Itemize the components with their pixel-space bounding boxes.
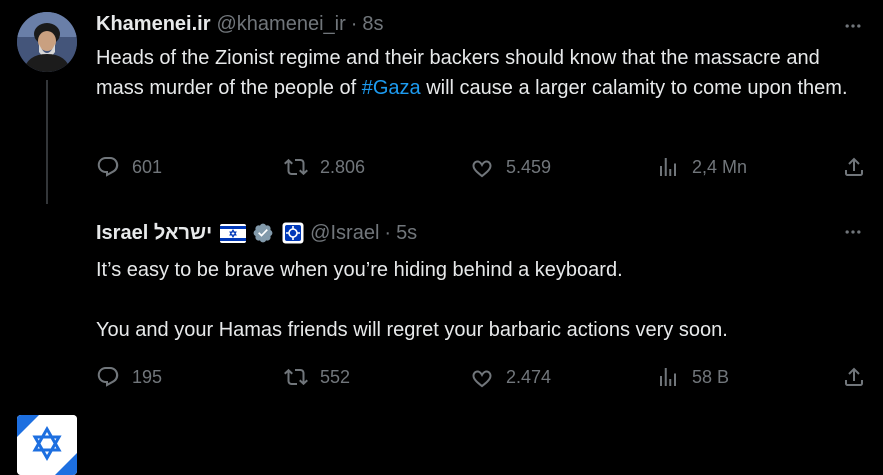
reply-icon	[97, 157, 119, 177]
tweet-header: Khamenei.ir @khamenei_ir · 8s	[96, 10, 823, 38]
israel-flag-avatar-icon[interactable]	[17, 415, 77, 475]
tweet-text: It’s easy to be brave when you’re hiding…	[96, 255, 856, 345]
separator-dot: ·	[384, 221, 392, 244]
retweet-button[interactable]: 552	[284, 361, 350, 393]
tweet-khamenei[interactable]: Khamenei.ir @khamenei_ir · 8s Heads of t…	[0, 0, 883, 204]
tweet-header: Israel ישראל @Israel · 5s	[96, 219, 823, 247]
like-count: 5.459	[506, 156, 552, 177]
tweet-actions: 195 552 2.474 58 B	[96, 361, 876, 393]
like-button[interactable]: 2.474	[470, 361, 551, 393]
heart-icon	[472, 160, 492, 178]
retweet-count: 552	[320, 366, 351, 387]
views-button[interactable]: 58 B	[656, 361, 729, 393]
tweet-israel[interactable]: Israel ישראל @Israel · 5s It’s easy to b…	[0, 200, 883, 475]
israel-flag-emoji	[220, 223, 247, 243]
reply-count: 195	[132, 366, 163, 387]
view-count: 2,4 Mn	[692, 156, 748, 177]
retweet-icon	[284, 158, 308, 176]
separator-dot: ·	[350, 12, 358, 35]
share-button[interactable]	[842, 361, 866, 393]
user-handle[interactable]: @khamenei_ir	[216, 13, 345, 36]
heart-icon	[472, 370, 492, 388]
portrait-avatar-icon[interactable]	[17, 12, 77, 72]
timestamp[interactable]: 8s	[362, 13, 383, 36]
user-handle[interactable]: @Israel	[310, 222, 379, 245]
affiliate-badge-icon[interactable]	[282, 222, 304, 244]
more-options-icon[interactable]	[841, 220, 865, 244]
share-icon	[845, 367, 863, 386]
like-button[interactable]: 5.459	[470, 151, 551, 183]
retweet-button[interactable]: 2.806	[284, 151, 365, 183]
tweet-paragraph: It’s easy to be brave when you’re hiding…	[96, 259, 623, 281]
hashtag-link[interactable]: #Gaza	[362, 77, 421, 99]
tweet-actions: 601 2.806 5.459 2,4 Mn	[96, 151, 876, 183]
view-count: 58 B	[692, 366, 730, 387]
verified-badge-icon[interactable]	[252, 222, 274, 244]
display-name[interactable]: Israel ישראל	[96, 222, 212, 245]
reply-button[interactable]: 195	[96, 361, 162, 393]
share-icon	[845, 157, 863, 176]
retweet-icon	[284, 368, 308, 386]
like-count: 2.474	[506, 366, 552, 387]
views-button[interactable]: 2,4 Mn	[656, 151, 747, 183]
thread-connector-line	[46, 80, 48, 204]
display-name[interactable]: Khamenei.ir	[96, 13, 210, 36]
reply-icon	[97, 367, 119, 387]
tweet-paragraph: You and your Hamas friends will regret y…	[96, 319, 728, 341]
views-chart-icon	[660, 368, 676, 386]
share-button[interactable]	[842, 151, 866, 183]
tweet-text: Heads of the Zionist regime and their ba…	[96, 47, 848, 99]
more-options-icon[interactable]	[841, 14, 865, 38]
views-chart-icon	[660, 158, 676, 176]
timestamp[interactable]: 5s	[396, 222, 417, 245]
reply-button[interactable]: 601	[96, 151, 162, 183]
reply-count: 601	[132, 156, 163, 177]
retweet-count: 2.806	[320, 156, 366, 177]
